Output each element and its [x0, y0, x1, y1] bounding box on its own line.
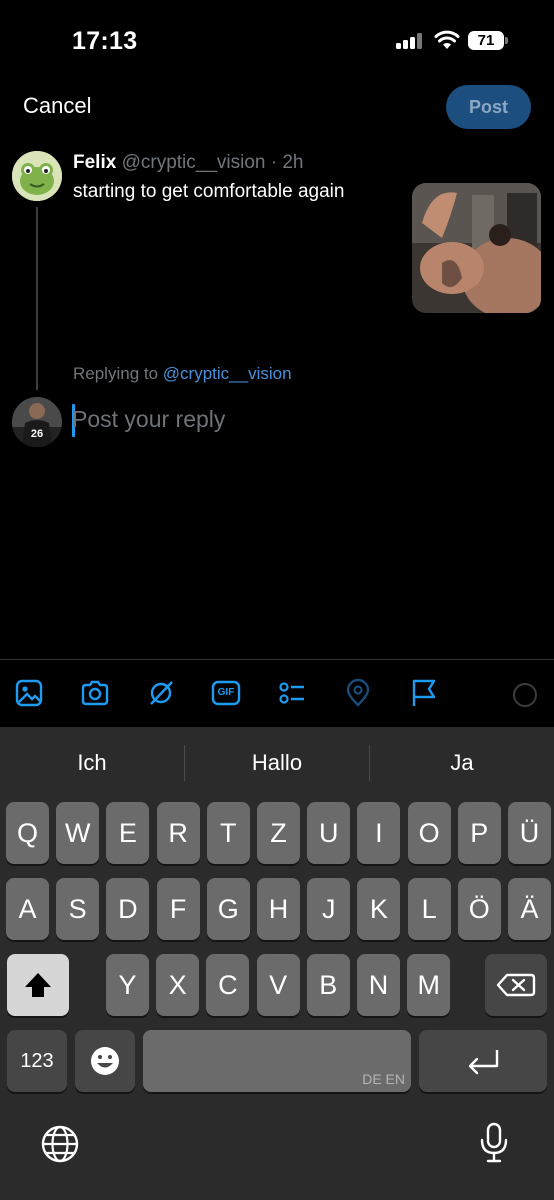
key-i[interactable]: I	[357, 802, 401, 864]
key-w[interactable]: W	[56, 802, 100, 864]
tweet-image[interactable]	[412, 183, 541, 313]
gif-label: GIF	[217, 687, 235, 698]
key-m[interactable]: M	[407, 954, 451, 1016]
replying-handle[interactable]: @cryptic__vision	[163, 364, 292, 383]
composer-toolbar: GIF	[0, 659, 554, 727]
key-f[interactable]: F	[156, 878, 200, 940]
author-meta: @cryptic__vision · 2h	[121, 152, 304, 173]
delete-key[interactable]	[485, 954, 547, 1016]
key-b[interactable]: B	[306, 954, 350, 1016]
location-icon[interactable]	[343, 678, 373, 708]
key-ä[interactable]: Ä	[508, 878, 551, 940]
key-j[interactable]: J	[307, 878, 351, 940]
thread-line	[36, 207, 38, 390]
key-r[interactable]: R	[156, 802, 200, 864]
key-q[interactable]: Q	[6, 802, 49, 864]
emoji-key[interactable]	[75, 1030, 135, 1092]
key-y[interactable]: Y	[106, 954, 149, 1016]
key-l[interactable]: L	[407, 878, 451, 940]
gif-icon[interactable]: GIF	[211, 678, 241, 708]
key-o[interactable]: O	[407, 802, 451, 864]
replying-prefix: Replying to	[73, 364, 163, 383]
key-x[interactable]: X	[156, 954, 200, 1016]
key-d[interactable]: D	[106, 878, 150, 940]
tweet-text: starting to get comfortable again	[73, 181, 345, 202]
key-z[interactable]: Z	[257, 802, 300, 864]
camera-icon[interactable]	[80, 678, 110, 708]
microphone-icon[interactable]	[479, 1122, 509, 1164]
grok-icon[interactable]	[146, 678, 176, 708]
key-ü[interactable]: Ü	[508, 802, 551, 864]
suggestion-1[interactable]: Ich	[0, 727, 184, 799]
status-time: 17:13	[72, 27, 138, 55]
key-g[interactable]: G	[206, 878, 250, 940]
key-n[interactable]: N	[357, 954, 400, 1016]
key-e[interactable]: E	[106, 802, 150, 864]
author-name[interactable]: Felix	[73, 152, 116, 173]
key-c[interactable]: C	[206, 954, 250, 1016]
key-t[interactable]: T	[206, 802, 250, 864]
replying-to: Replying to @cryptic__vision	[73, 364, 292, 384]
my-avatar[interactable]: 26	[12, 397, 62, 447]
flag-icon[interactable]	[409, 678, 439, 708]
image-icon[interactable]	[14, 678, 44, 708]
key-s[interactable]: S	[56, 878, 100, 940]
poll-icon[interactable]	[277, 678, 307, 708]
post-button[interactable]: Post	[446, 85, 531, 129]
key-k[interactable]: K	[357, 878, 401, 940]
avatar[interactable]	[12, 151, 62, 201]
key-ö[interactable]: Ö	[457, 878, 501, 940]
key-u[interactable]: U	[307, 802, 351, 864]
numbers-key[interactable]: 123	[7, 1030, 67, 1092]
key-p[interactable]: P	[457, 802, 501, 864]
suggestion-bar: Ich Hallo Ja	[0, 727, 554, 799]
tweet-header: Felix @cryptic__vision · 2h	[73, 152, 304, 174]
space-language-label: DE EN	[362, 1071, 405, 1087]
shift-key[interactable]	[7, 954, 69, 1016]
cancel-button[interactable]: Cancel	[23, 93, 91, 119]
suggestion-3[interactable]: Ja	[370, 727, 554, 799]
return-key[interactable]	[419, 1030, 547, 1092]
space-key[interactable]: DE EN	[143, 1030, 411, 1092]
signal-icon	[396, 33, 424, 49]
battery-cap	[505, 37, 508, 44]
reply-input[interactable]: Post your reply	[72, 406, 225, 433]
battery-icon: 71	[468, 31, 504, 50]
status-bar: 17:13 71	[0, 0, 554, 80]
svg-text:26: 26	[31, 428, 43, 440]
wifi-icon	[434, 30, 460, 49]
key-a[interactable]: A	[6, 878, 49, 940]
suggestion-2[interactable]: Hallo	[185, 727, 369, 799]
char-counter-icon	[513, 683, 537, 707]
globe-icon[interactable]	[40, 1124, 80, 1164]
key-h[interactable]: H	[257, 878, 300, 940]
key-v[interactable]: V	[256, 954, 300, 1016]
